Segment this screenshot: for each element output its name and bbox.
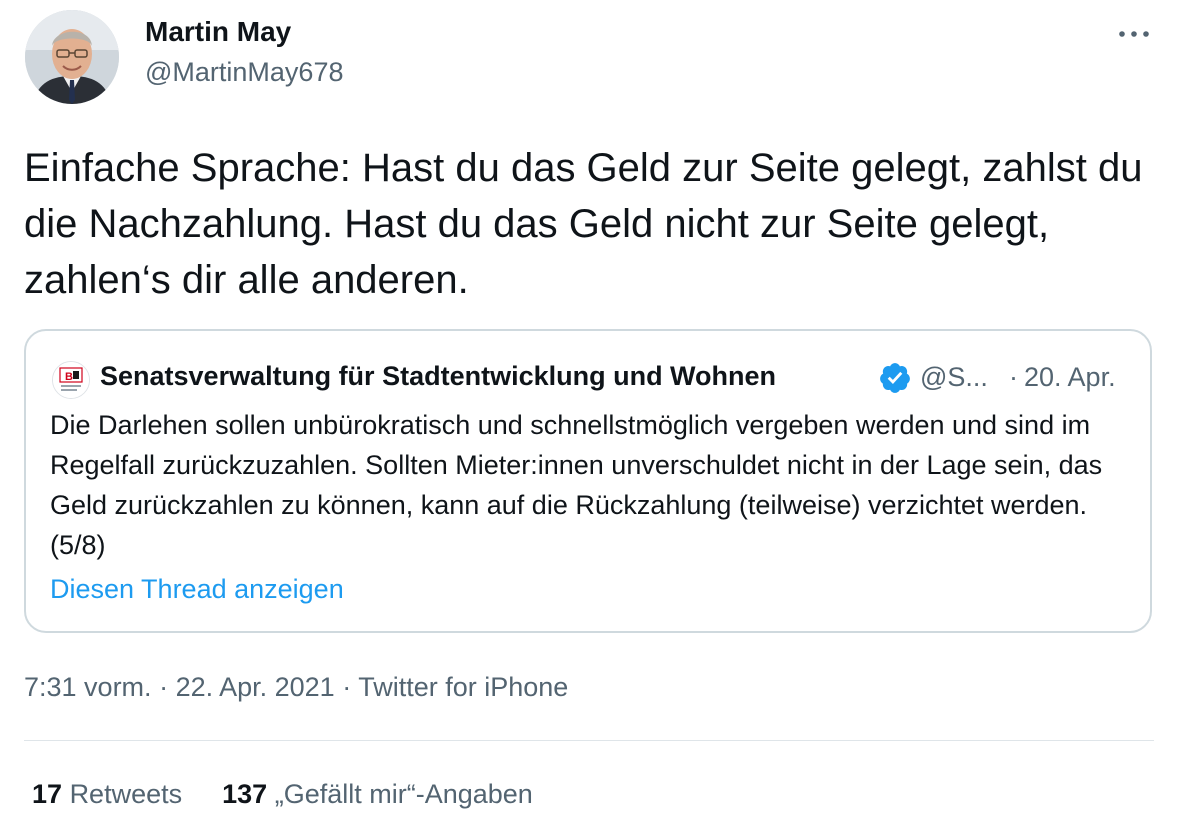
berlin-logo-icon: B bbox=[53, 362, 89, 398]
quoted-account-name[interactable]: Senatsverwaltung für Stadtentwicklung un… bbox=[100, 361, 776, 392]
tweet-source[interactable]: Twitter for iPhone bbox=[358, 672, 568, 702]
author-name[interactable]: Martin May bbox=[145, 16, 291, 48]
quoted-tweet-date[interactable]: 20. Apr. bbox=[1024, 362, 1116, 393]
likes-count: 137 bbox=[222, 779, 268, 809]
retweets-label: Retweets bbox=[69, 779, 183, 809]
likes-label: „Gefällt mir“-Angaben bbox=[274, 779, 533, 809]
quoted-tweet-text: Die Darlehen sollen unbürokratisch und s… bbox=[50, 410, 1103, 560]
tweet-stats: 17 Retweets 137 „Gefällt mir“-Angaben bbox=[32, 779, 533, 810]
retweets-count: 17 bbox=[32, 779, 63, 809]
author-handle[interactable]: @MartinMay678 bbox=[145, 57, 343, 88]
tweet-time[interactable]: 7:31 vorm. bbox=[24, 672, 152, 702]
likes-stat[interactable]: 137 „Gefällt mir“-Angaben bbox=[222, 779, 533, 809]
tweet-date[interactable]: 22. Apr. 2021 bbox=[176, 672, 335, 702]
meta-separator: · bbox=[334, 672, 359, 702]
author-avatar-image bbox=[25, 10, 119, 104]
retweets-stat[interactable]: 17 Retweets bbox=[32, 779, 182, 809]
author-avatar[interactable] bbox=[25, 10, 119, 104]
meta-separator: · bbox=[151, 672, 176, 702]
quoted-account-avatar[interactable]: B bbox=[52, 361, 90, 399]
verified-badge-icon bbox=[880, 363, 910, 393]
more-horizontal-icon[interactable] bbox=[1116, 24, 1152, 44]
quoted-tweet-card[interactable]: B Senatsverwaltung für Stadtentwicklung … bbox=[24, 329, 1152, 633]
tweet-meta: 7:31 vorm. · 22. Apr. 2021 · Twitter for… bbox=[24, 672, 568, 703]
show-thread-link[interactable]: Diesen Thread anzeigen bbox=[50, 574, 344, 605]
berlin-logo-letter: B bbox=[65, 371, 73, 383]
tweet-text: Einfache Sprache: Hast du das Geld zur S… bbox=[24, 146, 1143, 302]
divider bbox=[24, 740, 1154, 741]
quoted-separator: · bbox=[1009, 362, 1018, 392]
quoted-account-handle[interactable]: @S... bbox=[920, 362, 988, 393]
